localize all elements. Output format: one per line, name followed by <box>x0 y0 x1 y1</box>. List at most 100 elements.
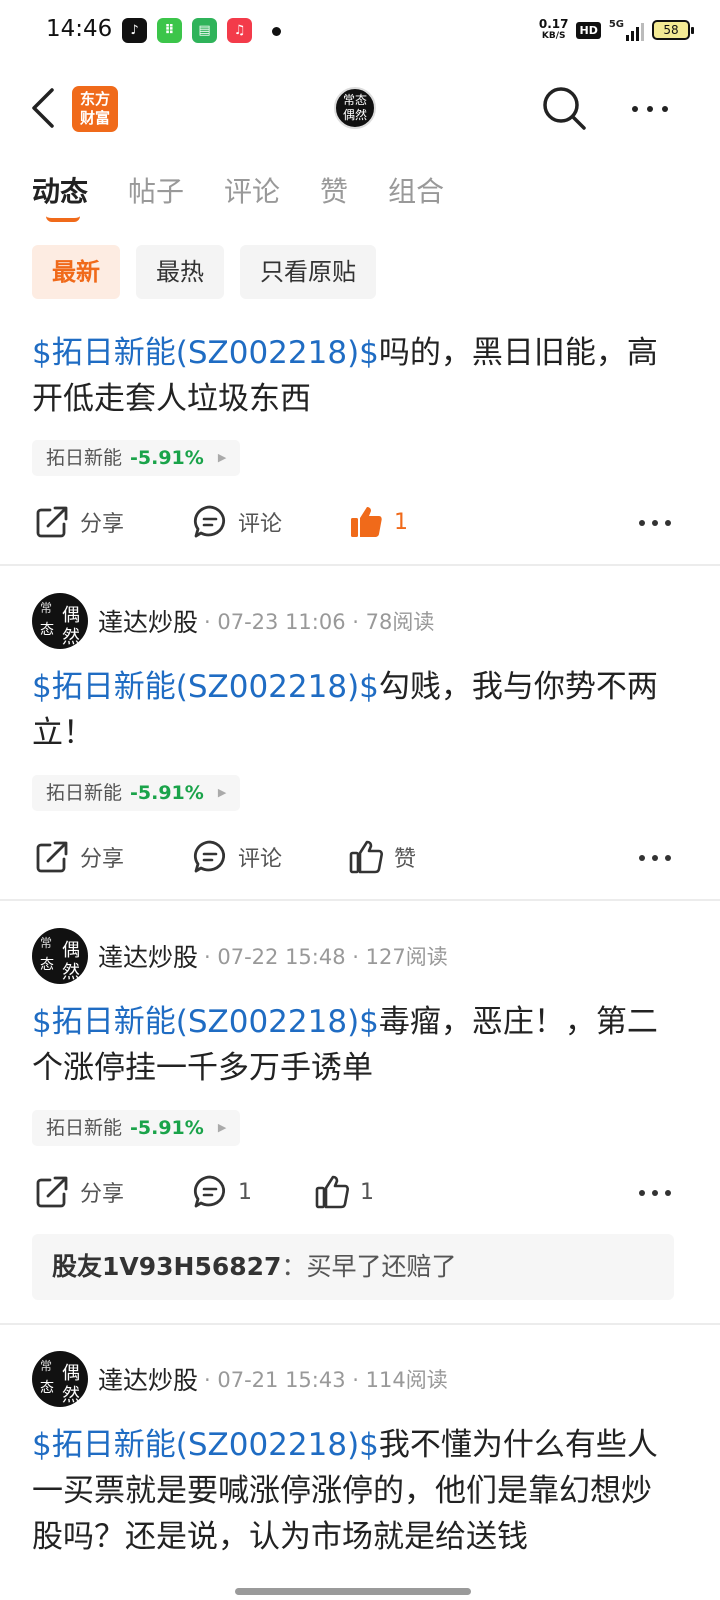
author-name[interactable]: 達达炒股 <box>98 938 198 974</box>
search-icon <box>543 87 586 130</box>
like-count: 1 <box>360 1179 374 1205</box>
avatar[interactable]: 常 偶 态 然 <box>32 1351 88 1407</box>
play-arrow-icon: ▶ <box>217 1121 227 1134</box>
post-more-button[interactable] <box>638 1184 672 1196</box>
back-button[interactable] <box>28 84 60 132</box>
header-avatar[interactable]: 常态偶然 <box>334 87 376 129</box>
more-dots-icon <box>639 1190 671 1196</box>
brand-logo-line2: 财富 <box>79 109 110 127</box>
post-more-button[interactable] <box>638 849 672 861</box>
avatar[interactable]: 常 偶 态 然 <box>32 928 88 984</box>
more-dots-icon <box>632 106 668 112</box>
tab-label: 赞 <box>320 175 349 208</box>
home-indicator[interactable] <box>235 1588 471 1595</box>
post-author-row: 常 偶 态 然 達达炒股 · 07-22 15:48 · 127阅读 <box>32 927 448 985</box>
comment-button[interactable]: 评论 <box>192 492 282 552</box>
share-icon <box>36 1176 68 1208</box>
search-button[interactable] <box>540 84 588 132</box>
thumbs-up-icon <box>349 840 383 874</box>
tab-label: 帖子 <box>128 175 185 208</box>
battery-icon: 58 <box>652 20 694 40</box>
comment-button[interactable]: 评论 <box>192 827 282 887</box>
more-dots-icon <box>639 520 671 526</box>
share-button[interactable]: 分享 <box>34 1162 124 1222</box>
like-button[interactable]: 赞 <box>348 827 416 887</box>
tab-pinglun[interactable]: 评论 <box>224 170 280 220</box>
stock-name: 拓日新能 <box>46 447 123 469</box>
stock-name: 拓日新能 <box>46 782 123 804</box>
signal-icon: 5G <box>609 19 644 41</box>
network-type: 5G <box>608 19 624 30</box>
comment-label: 评论 <box>238 512 283 537</box>
post-text: $拓日新能(SZ002218)$勾贱，我与你势不两立！ <box>32 664 672 756</box>
network-speed-unit: KB/S <box>541 31 566 41</box>
tab-zan[interactable]: 赞 <box>320 170 348 220</box>
stock-quote-chip[interactable]: 拓日新能 -5.91% ▶ <box>32 440 241 476</box>
comment-count: 1 <box>238 1179 252 1205</box>
nav-header: 东方 财富 常态偶然 <box>0 70 720 150</box>
filter-original-only[interactable]: 只看原贴 <box>240 245 376 299</box>
comment-author[interactable]: 股友1V93H56827 <box>52 1252 281 1281</box>
status-bar: 14:46 ♪ ⠿ ▤ ♫ 0.17 KB/S HD 5G 58 <box>0 0 720 64</box>
like-label: 赞 <box>394 847 417 872</box>
filter-hottest[interactable]: 最热 <box>136 245 224 299</box>
brand-logo[interactable]: 东方 财富 <box>72 86 118 132</box>
divider <box>0 564 720 566</box>
share-label: 分享 <box>80 847 125 872</box>
post-text: $拓日新能(SZ002218)$我不懂为什么有些人一买票就是要喊涨停涨停的，他们… <box>32 1422 672 1600</box>
active-tab-indicator <box>46 216 80 222</box>
avatar[interactable]: 常 偶 态 然 <box>32 593 88 649</box>
share-icon <box>36 841 68 873</box>
more-options-button[interactable] <box>630 100 670 112</box>
share-button[interactable]: 分享 <box>34 827 124 887</box>
comment-preview[interactable]: 股友1V93H56827：买早了还赔了 <box>32 1234 674 1300</box>
sort-filters: 最新 最热 只看原贴 <box>32 245 376 299</box>
stock-link[interactable]: $拓日新能(SZ002218)$ <box>32 1427 379 1463</box>
stock-change: -5.91% <box>130 447 204 469</box>
comment-label: 评论 <box>238 847 283 872</box>
post-text: $拓日新能(SZ002218)$吗的，黑日旧能，高开低走套人垃圾东西 <box>32 330 672 422</box>
brand-logo-line1: 东方 <box>79 90 110 108</box>
comment-button[interactable]: 1 <box>192 1162 252 1222</box>
author-name[interactable]: 達达炒股 <box>98 603 198 639</box>
tab-label: 评论 <box>224 175 281 208</box>
tab-tiezi[interactable]: 帖子 <box>128 170 184 220</box>
post-author-row: 常 偶 态 然 達达炒股 · 07-21 15:43 · 114阅读 <box>32 1350 448 1408</box>
post-meta: · 07-21 15:43 · 114阅读 <box>204 1368 448 1392</box>
comment-icon <box>193 840 226 873</box>
like-button[interactable]: 1 <box>348 492 408 552</box>
stock-quote-chip[interactable]: 拓日新能 -5.91% ▶ <box>32 775 241 811</box>
stock-link[interactable]: $拓日新能(SZ002218)$ <box>32 335 379 371</box>
header-avatar-text: 常态偶然 <box>342 93 367 122</box>
play-arrow-icon: ▶ <box>217 451 227 464</box>
divider <box>0 1323 720 1325</box>
like-button[interactable]: 1 <box>314 1162 374 1222</box>
tab-zuhe[interactable]: 组合 <box>388 170 444 220</box>
tab-dongtai[interactable]: 动态 <box>32 170 89 222</box>
stock-change: -5.91% <box>130 1117 204 1139</box>
back-arrow-icon <box>32 88 54 128</box>
filter-latest[interactable]: 最新 <box>32 245 120 299</box>
post-text: $拓日新能(SZ002218)$毒瘤，恶庄！，第二个涨停挂一千多万手诱单 <box>32 999 672 1091</box>
network-speed: 0.17 KB/S <box>539 18 569 42</box>
message-icon: ▤ <box>192 18 217 43</box>
post-meta: · 07-22 15:48 · 127阅读 <box>204 945 448 969</box>
post-actions: 分享 评论 1 <box>0 492 720 552</box>
stock-quote-chip[interactable]: 拓日新能 -5.91% ▶ <box>32 1110 241 1146</box>
stock-name: 拓日新能 <box>46 1117 123 1139</box>
post-more-button[interactable] <box>638 514 672 526</box>
status-indicators: 0.17 KB/S HD 5G 58 <box>539 18 694 42</box>
post-actions: 分享 评论 赞 <box>0 827 720 887</box>
stock-link[interactable]: $拓日新能(SZ002218)$ <box>32 669 379 705</box>
thumbs-up-filled-icon <box>351 507 382 537</box>
share-button[interactable]: 分享 <box>34 492 124 552</box>
like-count: 1 <box>394 509 408 535</box>
music-icon: ♫ <box>227 18 252 43</box>
author-name[interactable]: 達达炒股 <box>98 1361 198 1397</box>
app-grid-icon: ⠿ <box>157 18 182 43</box>
divider <box>0 899 720 901</box>
tab-label: 动态 <box>32 175 89 208</box>
stock-link[interactable]: $拓日新能(SZ002218)$ <box>32 1004 379 1040</box>
share-label: 分享 <box>80 512 125 537</box>
comment-icon <box>193 505 226 538</box>
